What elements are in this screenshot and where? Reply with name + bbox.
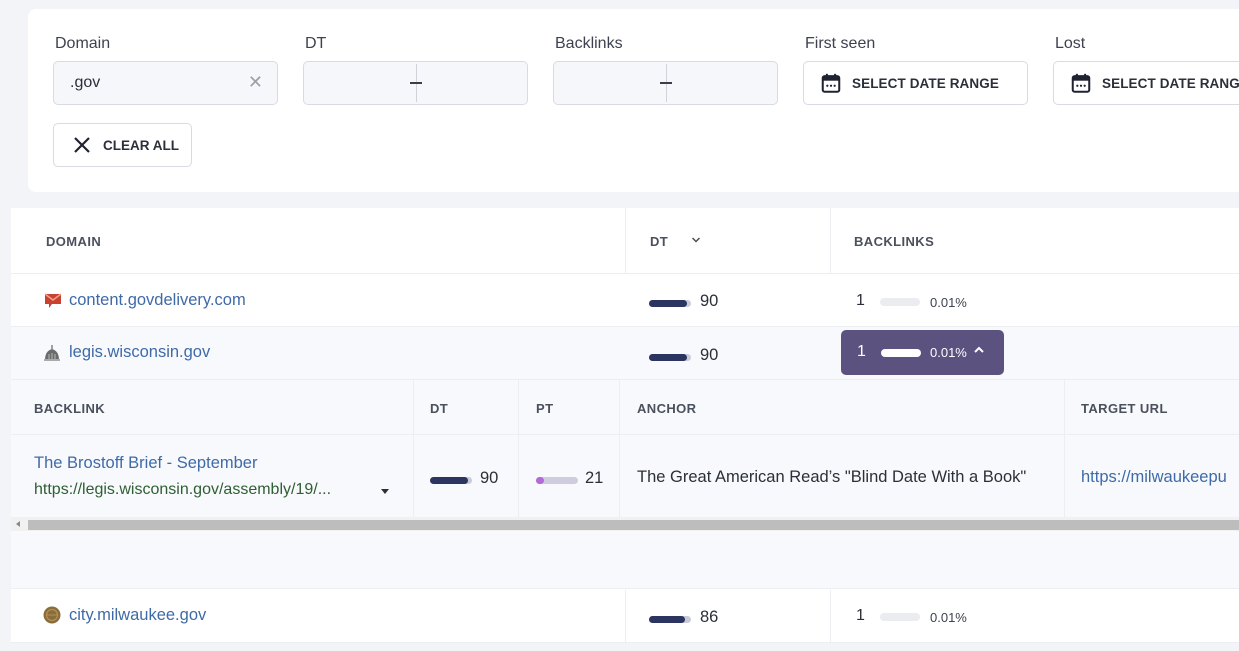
domain-link[interactable]: legis.wisconsin.gov: [69, 343, 210, 362]
backlinks-filter: Backlinks: [553, 35, 778, 105]
anchor-text: The Great American Read’s "Blind Date Wi…: [637, 468, 1027, 486]
dt-bar: [649, 300, 691, 307]
column-divider: [625, 590, 626, 643]
backlinks-percent-bar: [880, 613, 920, 621]
column-divider: [1064, 380, 1065, 517]
backlinks-percent: 0.01%: [930, 345, 967, 360]
backlink-url[interactable]: https://legis.wisconsin.gov/assembly/19/…: [34, 481, 331, 499]
backlinks-filter-label: Backlinks: [555, 35, 623, 52]
first-seen-date-range-button[interactable]: SELECT DATE RANGE: [803, 61, 1028, 105]
dt-bar: [430, 477, 472, 484]
dt-bar-fill: [649, 354, 687, 361]
clear-all-button[interactable]: CLEAR ALL: [53, 123, 192, 167]
table-row[interactable]: content.govdelivery.com 90 1 0.01%: [11, 274, 1239, 327]
caret-down-icon[interactable]: [381, 489, 389, 494]
dt-filter: DT: [303, 35, 528, 105]
horizontal-scrollbar[interactable]: [11, 517, 1239, 531]
lost-date-range-button[interactable]: SELECT DATE RANGE: [1053, 61, 1239, 105]
subtable-spacer: [11, 531, 1239, 589]
domain-filter-label: Domain: [55, 35, 111, 52]
domain-filter-input[interactable]: .gov ✕: [53, 61, 278, 105]
dt-value: 90: [480, 469, 499, 487]
dt-value: 90: [700, 346, 719, 364]
backlinks-count[interactable]: 1: [856, 607, 865, 625]
filter-panel: Domain .gov ✕ DT Backlinks First seen SE…: [28, 9, 1239, 192]
backlinks-percent-bar: [880, 298, 920, 306]
backlinks-percent: 0.01%: [930, 610, 967, 625]
backlinks-count[interactable]: 1: [856, 292, 865, 310]
range-dash: [409, 82, 422, 84]
table-row-expanded[interactable]: legis.wisconsin.gov 90: [11, 327, 1239, 380]
backlink-title-link[interactable]: The Brostoff Brief - September: [34, 454, 257, 473]
subtable-header: BACKLINK DT PT ANCHOR TARGET URL: [11, 380, 1239, 435]
capitol-dome-icon: [44, 345, 60, 361]
dt-bar-fill: [649, 300, 687, 307]
dt-bar: [649, 354, 691, 361]
backlinks-count: 1: [857, 343, 866, 360]
column-divider: [830, 590, 831, 643]
clear-all-label: CLEAR ALL: [103, 137, 179, 153]
backlinks-expand-button[interactable]: 1 0.01%: [841, 330, 1004, 375]
domain-filter-value: .gov: [70, 74, 101, 91]
city-seal-icon: [43, 606, 61, 624]
scroll-left-arrow-icon[interactable]: [16, 521, 20, 527]
calendar-icon: [821, 73, 841, 93]
backlinks-percent-bar: [881, 349, 921, 357]
column-divider: [518, 380, 519, 517]
backlinks-percent: 0.01%: [930, 295, 967, 310]
govdelivery-icon: [44, 293, 62, 308]
pt-value: 21: [585, 469, 604, 487]
column-divider: [413, 380, 414, 517]
domain-link[interactable]: city.milwaukee.gov: [69, 606, 206, 625]
first-seen-filter-label: First seen: [805, 35, 876, 52]
column-header-target-url[interactable]: TARGET URL: [1081, 401, 1168, 416]
scrollbar-thumb[interactable]: [28, 520, 1239, 530]
target-url-link[interactable]: https://milwaukeepu: [1081, 468, 1227, 487]
dt-bar-fill: [430, 477, 468, 484]
dt-value: 90: [700, 292, 719, 310]
column-header-dt[interactable]: DT: [430, 401, 448, 416]
close-icon: [74, 137, 90, 153]
column-divider: [619, 380, 620, 517]
lost-filter: Lost SELECT DATE RANGE: [1053, 35, 1239, 105]
column-header-anchor[interactable]: ANCHOR: [637, 401, 696, 416]
column-header-domain[interactable]: DOMAIN: [46, 234, 101, 249]
dt-range-input[interactable]: [303, 61, 528, 105]
pt-bar-fill: [536, 477, 544, 484]
domain-filter: Domain .gov ✕: [53, 35, 278, 105]
backlinks-range-input[interactable]: [553, 61, 778, 105]
domains-table: DOMAIN DT BACKLINKS content.govdelivery.…: [11, 208, 1239, 643]
column-header-pt[interactable]: PT: [536, 401, 553, 416]
lost-filter-label: Lost: [1055, 35, 1086, 52]
chevron-up-icon: [974, 346, 984, 353]
chevron-down-icon[interactable]: [691, 236, 701, 244]
domain-link[interactable]: content.govdelivery.com: [69, 291, 246, 310]
column-header-backlink[interactable]: BACKLINK: [34, 401, 105, 416]
dt-filter-label: DT: [305, 35, 327, 52]
dt-bar-fill: [649, 616, 686, 623]
first-seen-button-label: SELECT DATE RANGE: [852, 75, 999, 91]
dt-value: 86: [700, 608, 719, 626]
range-dash: [659, 82, 672, 84]
first-seen-filter: First seen SELECT DATE RANGE: [803, 35, 1028, 105]
dt-bar: [649, 616, 691, 623]
column-header-dt[interactable]: DT: [650, 234, 668, 249]
pt-bar: [536, 477, 578, 484]
column-header-backlinks[interactable]: BACKLINKS: [854, 234, 934, 249]
lost-button-label: SELECT DATE RANGE: [1102, 75, 1239, 91]
backlinks-subtable: BACKLINK DT PT ANCHOR TARGET URL The Bro…: [11, 380, 1239, 531]
calendar-icon: [1071, 73, 1091, 93]
close-icon[interactable]: ✕: [248, 72, 263, 92]
